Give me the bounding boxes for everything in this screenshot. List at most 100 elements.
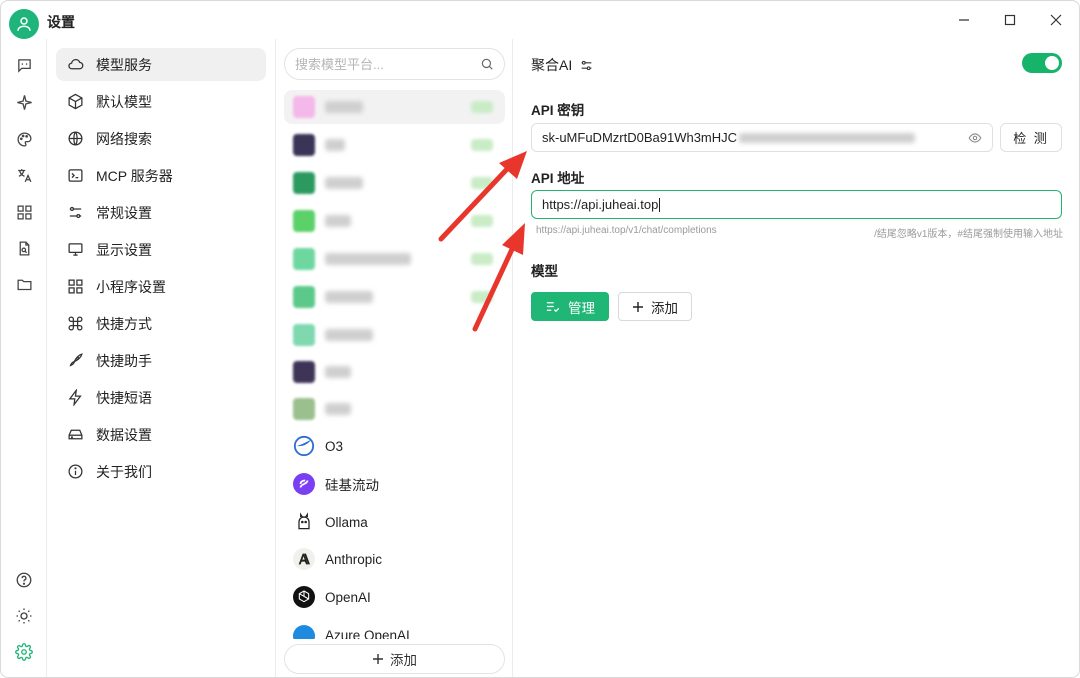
api-url-label: API 地址 [531,171,585,186]
zap-icon [66,389,84,407]
provider-name-blurred [325,215,351,227]
nav-item-label: 快捷短语 [96,389,152,406]
sliders-icon [66,204,84,222]
nav-item-label: 数据设置 [96,426,152,443]
search-icon[interactable] [480,57,494,74]
minimize-button[interactable] [941,1,987,39]
text-cursor [659,197,661,212]
api-url-preview: https://api.juheai.top/v1/chat/completio… [536,225,717,236]
provider-enable-toggle[interactable] [1022,53,1062,73]
cloud-icon [66,56,84,74]
provider-item-siliconflow[interactable]: 硅基流动 [284,467,505,501]
nav-item-label: MCP 服务器 [96,167,173,184]
cube-icon [66,93,84,111]
o3-logo-icon [293,435,315,457]
close-button[interactable] [1033,1,1079,39]
eye-icon[interactable] [968,131,982,148]
siliconflow-logo-icon [293,473,315,495]
info-icon [66,463,84,481]
nav-item-miniapp-settings[interactable]: 小程序设置 [56,270,266,303]
add-provider-button[interactable]: 添加 [284,644,505,674]
chat-icon[interactable] [12,53,36,77]
nav-item-quick-phrases[interactable]: 快捷短语 [56,381,266,414]
provider-item-redacted[interactable] [284,280,505,314]
provider-logo-blurred [293,248,315,270]
provider-logo-blurred [293,286,315,308]
rocket-icon [66,352,84,370]
provider-search-input[interactable] [295,56,475,72]
nav-item-label: 快捷助手 [96,352,152,369]
provider-name: Anthropic [325,551,383,567]
api-key-value: sk-uMFuDMzrtD0Ba91Wh3mHJC [542,130,738,145]
sparkle-icon[interactable] [12,90,36,114]
provider-name-blurred [325,177,363,189]
provider-item-anthropic[interactable]: Anthropic [284,542,505,576]
sun-icon[interactable] [12,604,36,628]
provider-item-redacted[interactable] [284,90,505,124]
check-api-key-button[interactable]: 检 测 [1000,123,1062,152]
provider-item-o3[interactable]: O3 [284,429,505,463]
provider-item-openai[interactable]: OpenAI [284,580,505,614]
maximize-button[interactable] [987,1,1033,39]
minimize-icon [959,19,969,21]
api-url-input[interactable]: https://api.juheai.top [531,190,1062,219]
title-bar: 设置 [1,1,1079,39]
nav-item-web-search[interactable]: 网络搜索 [56,122,266,155]
provider-item-azure-openai[interactable]: Azure OpenAI [284,619,505,639]
nav-item-data-settings[interactable]: 数据设置 [56,418,266,451]
provider-name: OpenAI [325,589,371,605]
provider-name: Ollama [325,514,368,530]
toggle-knob [1045,56,1059,70]
provider-item-redacted[interactable] [284,128,505,162]
file-search-icon[interactable] [12,236,36,260]
add-model-label: 添加 [651,300,678,316]
provider-item-redacted[interactable] [284,242,505,276]
api-key-redacted [739,132,916,143]
nav-item-shortcuts[interactable]: 快捷方式 [56,307,266,340]
grid-icon[interactable] [12,200,36,224]
palette-icon[interactable] [12,127,36,151]
provider-item-redacted[interactable] [284,204,505,238]
provider-item-ollama[interactable]: Ollama [284,505,505,539]
provider-item-redacted[interactable] [284,166,505,200]
openai-logo-icon [293,586,315,608]
folder-icon[interactable] [12,272,36,296]
provider-name: 硅基流动 [325,478,379,493]
provider-detail: 聚合AI API 密钥 sk-uMFuDMzrtD0Ba91Wh3mHJC 检 … [513,39,1079,677]
provider-item-redacted[interactable] [284,392,505,426]
provider-settings-icon[interactable] [580,59,593,72]
api-url-value: https://api.juheai.top [542,197,659,212]
drive-icon [66,426,84,444]
nav-item-mcp-server[interactable]: MCP 服务器 [56,159,266,192]
list-check-icon [545,299,560,314]
nav-item-general-settings[interactable]: 常规设置 [56,196,266,229]
plus-icon [372,653,384,665]
add-model-button[interactable]: 添加 [618,292,692,321]
provider-item-redacted[interactable] [284,318,505,352]
provider-item-redacted[interactable] [284,355,505,389]
settings-gear-icon[interactable] [12,640,36,664]
ollama-logo-icon [293,511,315,533]
nav-item-default-model[interactable]: 默认模型 [56,85,266,118]
nav-item-label: 常规设置 [96,204,152,221]
translate-icon[interactable] [12,163,36,187]
nav-item-quick-assistant[interactable]: 快捷助手 [56,344,266,377]
provider-name-blurred [325,253,411,265]
help-icon[interactable] [12,568,36,592]
manage-label: 管理 [568,300,595,316]
api-key-input[interactable]: sk-uMFuDMzrtD0Ba91Wh3mHJC [531,123,993,152]
nav-item-model-service[interactable]: 模型服务 [56,48,266,81]
add-provider-label: 添加 [390,653,417,668]
avatar[interactable] [9,9,39,39]
provider-list: O3 硅基流动 Ollama Anthropic OpenAI [276,39,513,677]
nav-item-label: 小程序设置 [96,278,166,295]
manage-models-button[interactable]: 管理 [531,292,609,321]
provider-name-blurred [325,139,345,151]
provider-badge-blurred [471,101,493,113]
nav-item-about[interactable]: 关于我们 [56,455,266,488]
provider-logo-blurred [293,96,315,118]
nav-item-display-settings[interactable]: 显示设置 [56,233,266,266]
azure-logo-icon [293,625,315,639]
provider-name: Azure OpenAI [325,628,410,639]
anthropic-logo-icon [293,548,315,570]
